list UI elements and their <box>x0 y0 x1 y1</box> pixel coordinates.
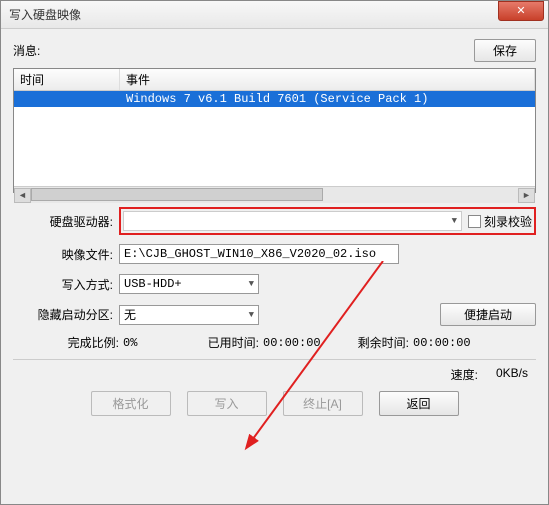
list-row[interactable]: Windows 7 v6.1 Build 7601 (Service Pack … <box>14 91 535 107</box>
speed-label: 速度: <box>451 366 478 383</box>
list-body: Windows 7 v6.1 Build 7601 (Service Pack … <box>14 91 535 186</box>
write-mode-value: USB-HDD+ <box>124 277 182 291</box>
close-button[interactable]: ✕ <box>498 1 544 21</box>
back-button[interactable]: 返回 <box>379 391 459 416</box>
remain-label: 剩余时间: <box>347 334 409 351</box>
titlebar: 写入硬盘映像 ✕ <box>1 1 548 29</box>
write-mode-label: 写入方式: <box>13 276 119 293</box>
dialog-window: 写入硬盘映像 ✕ 消息: 保存 时间 事件 Windows 7 v6.1 Bui… <box>0 0 549 505</box>
event-list[interactable]: 时间 事件 Windows 7 v6.1 Build 7601 (Service… <box>13 68 536 193</box>
window-title: 写入硬盘映像 <box>9 6 81 23</box>
verify-checkbox[interactable] <box>468 215 481 228</box>
drive-label: 硬盘驱动器: <box>13 213 119 230</box>
save-button[interactable]: 保存 <box>474 39 536 62</box>
format-button[interactable]: 格式化 <box>91 391 171 416</box>
drive-highlight: ▼ 刻录校验 <box>119 207 536 235</box>
image-label: 映像文件: <box>13 246 119 263</box>
scroll-track[interactable] <box>31 188 518 203</box>
cell-time <box>14 91 120 107</box>
scroll-right-icon[interactable]: ► <box>518 188 535 203</box>
remain-value: 00:00:00 <box>413 336 471 350</box>
hide-boot-label: 隐藏启动分区: <box>13 306 119 323</box>
elapsed-label: 已用时间: <box>197 334 259 351</box>
chevron-down-icon: ▼ <box>249 310 254 320</box>
write-mode-select[interactable]: USB-HDD+ ▼ <box>119 274 259 294</box>
content-area: 消息: 保存 时间 事件 Windows 7 v6.1 Build 7601 (… <box>1 29 548 426</box>
quick-boot-button[interactable]: 便捷启动 <box>440 303 536 326</box>
done-ratio-label: 完成比例: <box>13 334 119 351</box>
chevron-down-icon: ▼ <box>452 216 457 226</box>
col-time[interactable]: 时间 <box>14 69 120 90</box>
done-ratio-value: 0% <box>123 336 193 350</box>
hide-boot-value: 无 <box>124 306 136 323</box>
elapsed-value: 00:00:00 <box>263 336 343 350</box>
divider <box>13 359 536 360</box>
hide-boot-select[interactable]: 无 ▼ <box>119 305 259 325</box>
drive-select[interactable]: ▼ <box>123 211 462 231</box>
message-label: 消息: <box>13 42 474 59</box>
stop-button[interactable]: 终止[A] <box>283 391 363 416</box>
cell-event: Windows 7 v6.1 Build 7601 (Service Pack … <box>120 91 535 107</box>
speed-value: 0KB/s <box>496 366 528 383</box>
chevron-down-icon: ▼ <box>249 279 254 289</box>
verify-checkbox-wrap[interactable]: 刻录校验 <box>468 213 532 230</box>
list-header: 时间 事件 <box>14 69 535 91</box>
image-file-input[interactable] <box>119 244 399 264</box>
scroll-left-icon[interactable]: ◄ <box>14 188 31 203</box>
verify-label: 刻录校验 <box>484 213 532 230</box>
scroll-thumb[interactable] <box>31 188 323 201</box>
col-event[interactable]: 事件 <box>120 69 535 90</box>
close-icon: ✕ <box>516 5 525 17</box>
write-button[interactable]: 写入 <box>187 391 267 416</box>
horizontal-scrollbar[interactable]: ◄ ► <box>14 186 535 203</box>
